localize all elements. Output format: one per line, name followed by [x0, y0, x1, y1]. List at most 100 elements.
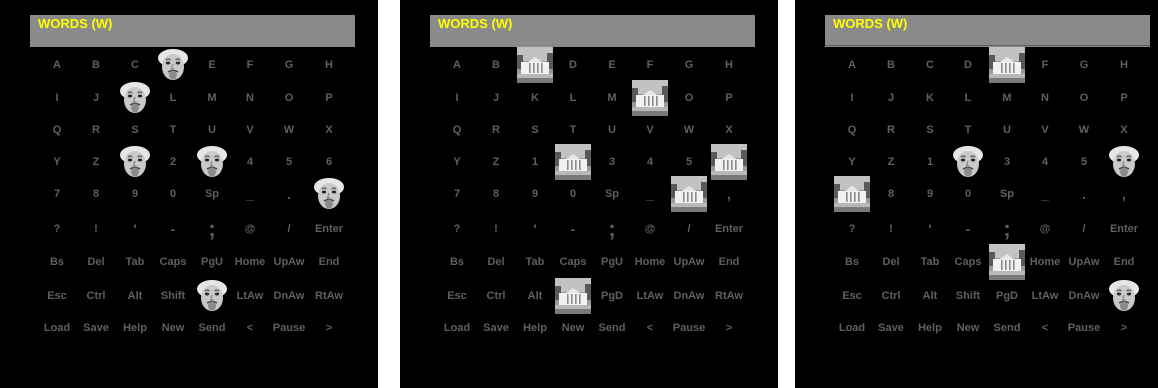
speller-key[interactable]: Pause — [669, 318, 709, 338]
speller-key[interactable]: Y — [437, 152, 477, 172]
speller-key[interactable]: ! — [76, 219, 116, 239]
speller-key[interactable]: V — [630, 120, 670, 140]
speller-key[interactable]: 0 — [153, 184, 193, 204]
speller-key[interactable]: A — [832, 55, 872, 75]
speller-key[interactable]: Y — [832, 152, 872, 172]
speller-key[interactable]: Caps — [553, 252, 593, 272]
speller-key[interactable]: S — [910, 120, 950, 140]
speller-key[interactable]: Save — [871, 318, 911, 338]
speller-key[interactable]: ? — [832, 219, 872, 239]
speller-key[interactable]: 5 — [669, 152, 709, 172]
speller-key[interactable]: New — [553, 318, 593, 338]
speller-key[interactable]: . — [1064, 184, 1104, 204]
speller-key[interactable]: 1 — [515, 152, 555, 172]
speller-key[interactable]: Enter — [1104, 219, 1144, 239]
speller-key[interactable]: New — [153, 318, 193, 338]
speller-key[interactable]: Tab — [515, 252, 555, 272]
speller-key[interactable]: Esc — [37, 286, 77, 306]
speller-key[interactable]: Home — [1025, 252, 1065, 272]
speller-key[interactable]: X — [1104, 120, 1144, 140]
speller-key[interactable]: Z — [871, 152, 911, 172]
speller-key[interactable]: ? — [437, 219, 477, 239]
speller-key[interactable]: End — [309, 252, 349, 272]
speller-key[interactable]: L — [948, 88, 988, 108]
speller-key[interactable]: C — [115, 55, 155, 75]
speller-key[interactable]: > — [709, 318, 749, 338]
speller-key[interactable]: D — [948, 55, 988, 75]
speller-key[interactable]: 6 — [309, 152, 349, 172]
speller-key[interactable]: Home — [630, 252, 670, 272]
speller-key[interactable]: ' — [115, 219, 155, 239]
speller-key[interactable]: 0 — [553, 184, 593, 204]
speller-key[interactable]: Tab — [115, 252, 155, 272]
speller-key[interactable]: C — [910, 55, 950, 75]
speller-key[interactable]: O — [669, 88, 709, 108]
speller-key[interactable]: Del — [76, 252, 116, 272]
speller-key[interactable]: DnAw — [269, 286, 309, 306]
speller-key[interactable]: ! — [871, 219, 911, 239]
speller-key[interactable]: Load — [437, 318, 477, 338]
speller-key[interactable]: < — [230, 318, 270, 338]
speller-key[interactable]: B — [476, 55, 516, 75]
speller-key[interactable]: W — [1064, 120, 1104, 140]
speller-key[interactable]: L — [153, 88, 193, 108]
speller-key[interactable]: Z — [476, 152, 516, 172]
speller-key[interactable]: 5 — [269, 152, 309, 172]
speller-key[interactable]: S — [515, 120, 555, 140]
speller-key[interactable]: V — [1025, 120, 1065, 140]
speller-key[interactable]: - — [153, 219, 193, 239]
speller-key[interactable]: ! — [476, 219, 516, 239]
speller-key[interactable]: Bs — [37, 252, 77, 272]
speller-key[interactable]: Send — [192, 318, 232, 338]
speller-key[interactable]: U — [987, 120, 1027, 140]
speller-key[interactable]: < — [630, 318, 670, 338]
speller-key[interactable]: Shift — [153, 286, 193, 306]
speller-key[interactable]: UpAw — [269, 252, 309, 272]
speller-key[interactable]: _ — [230, 184, 270, 204]
speller-key[interactable]: Load — [832, 318, 872, 338]
speller-key[interactable]: @ — [230, 219, 270, 239]
speller-key[interactable]: > — [309, 318, 349, 338]
speller-key[interactable]: H — [309, 55, 349, 75]
speller-key[interactable]: B — [76, 55, 116, 75]
speller-key[interactable]: M — [592, 88, 632, 108]
speller-key[interactable]: I — [437, 88, 477, 108]
speller-key[interactable]: 1 — [910, 152, 950, 172]
speller-key[interactable]: G — [669, 55, 709, 75]
speller-key[interactable]: Alt — [515, 286, 555, 306]
speller-key[interactable]: Alt — [115, 286, 155, 306]
speller-key[interactable]: 2 — [153, 152, 193, 172]
speller-key[interactable]: ; — [987, 218, 1027, 240]
speller-key[interactable]: U — [592, 120, 632, 140]
speller-key[interactable]: A — [37, 55, 77, 75]
speller-key[interactable]: K — [910, 88, 950, 108]
speller-key[interactable]: Q — [37, 120, 77, 140]
speller-key[interactable]: Sp — [592, 184, 632, 204]
speller-key[interactable]: T — [553, 120, 593, 140]
speller-key[interactable]: Bs — [437, 252, 477, 272]
speller-key[interactable]: New — [948, 318, 988, 338]
speller-key[interactable]: Y — [37, 152, 77, 172]
speller-key[interactable]: Help — [910, 318, 950, 338]
speller-key[interactable]: H — [709, 55, 749, 75]
speller-key[interactable]: End — [1104, 252, 1144, 272]
speller-key[interactable]: D — [553, 55, 593, 75]
speller-key[interactable]: A — [437, 55, 477, 75]
speller-key[interactable]: R — [76, 120, 116, 140]
speller-key[interactable]: ; — [592, 218, 632, 240]
speller-key[interactable]: F — [1025, 55, 1065, 75]
speller-key[interactable]: Bs — [832, 252, 872, 272]
speller-key[interactable]: 9 — [115, 184, 155, 204]
speller-key[interactable]: ; — [192, 218, 232, 240]
speller-key[interactable]: Save — [76, 318, 116, 338]
speller-key[interactable]: DnAw — [669, 286, 709, 306]
speller-key[interactable]: G — [1064, 55, 1104, 75]
speller-key[interactable]: - — [553, 219, 593, 239]
speller-key[interactable]: Q — [437, 120, 477, 140]
speller-key[interactable]: I — [37, 88, 77, 108]
speller-key[interactable]: Shift — [948, 286, 988, 306]
speller-key[interactable]: W — [269, 120, 309, 140]
speller-key[interactable]: @ — [1025, 219, 1065, 239]
speller-key[interactable]: 8 — [76, 184, 116, 204]
speller-key[interactable]: X — [709, 120, 749, 140]
